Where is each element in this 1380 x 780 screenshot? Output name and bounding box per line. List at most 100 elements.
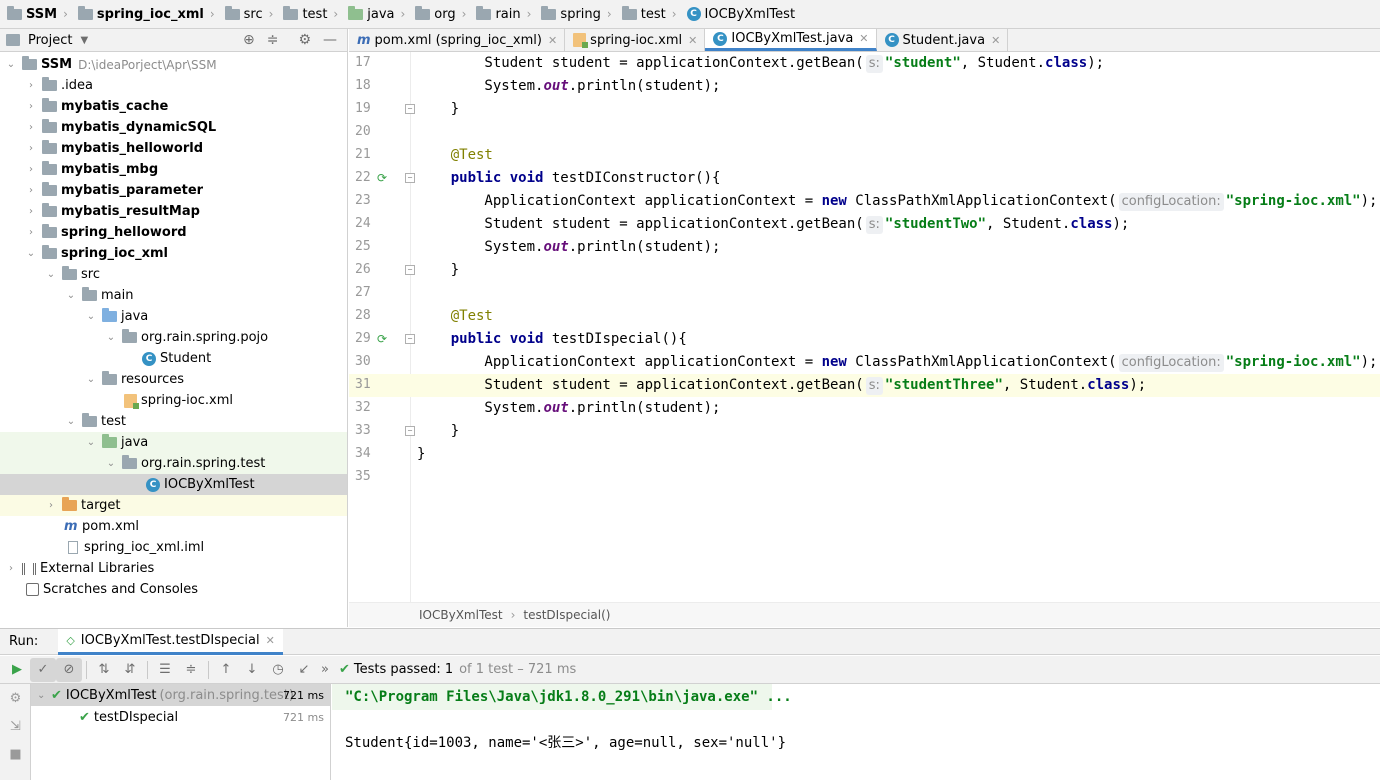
tree-item-spring-ioc-xml-file[interactable]: spring-ioc.xml: [0, 390, 347, 411]
close-icon[interactable]: ✕: [266, 634, 275, 647]
code-editor[interactable]: 17 18 19− 20 21 22 ⟳ − 23 24 25 26− 27 28 …: [349, 52, 1380, 602]
gear-icon[interactable]: ⚙: [298, 32, 311, 48]
tree-item-idea[interactable]: › .idea: [0, 75, 347, 96]
tab-spring-ioc-xml[interactable]: spring-ioc.xml ✕: [565, 29, 706, 51]
crumb-spring[interactable]: spring ›: [538, 5, 618, 22]
tree-item-ssm[interactable]: ⌄ SSM D:\ideaPorject\Apr\SSM: [0, 54, 347, 75]
tree-item-pom-xml[interactable]: m pom.xml: [0, 516, 347, 537]
test-sources-folder-icon: [348, 5, 364, 20]
code-text: System.: [417, 400, 544, 416]
chevron-right-icon: ›: [29, 122, 33, 133]
tree-item-main-java[interactable]: ⌄ java: [0, 306, 347, 327]
rerun-icon[interactable]: ▶: [4, 658, 30, 682]
crumb-rain[interactable]: rain ›: [473, 5, 538, 22]
tree-item-mybatis-helloworld[interactable]: › mybatis_helloworld: [0, 138, 347, 159]
tree-item-external-libraries[interactable]: › External Libraries: [0, 558, 347, 579]
tree-item-spring-ioc-xml[interactable]: ⌄ spring_ioc_xml: [0, 243, 347, 264]
sort-duration-icon[interactable]: ⇵: [117, 658, 143, 682]
collapse-all-icon[interactable]: ≑: [267, 32, 279, 48]
tree-item-mybatis-dynamicsql[interactable]: › mybatis_dynamicSQL: [0, 117, 347, 138]
tree-item-mybatis-resultmap[interactable]: › mybatis_resultMap: [0, 201, 347, 222]
run-test-icon[interactable]: ⟳: [377, 332, 391, 346]
stop-icon[interactable]: ■: [0, 740, 31, 768]
code-text: , Student.: [960, 55, 1046, 71]
editor-crumb-class[interactable]: IOCByXmlTest: [419, 608, 503, 622]
tab-iocbyxmltest-java[interactable]: C IOCByXmlTest.java ✕: [705, 29, 877, 51]
sort-alpha-icon[interactable]: ⇅: [91, 658, 117, 682]
more-icon[interactable]: »: [317, 658, 333, 682]
maven-icon: m: [64, 519, 78, 534]
run-test-icon[interactable]: ⟳: [377, 171, 391, 185]
tree-item-iml[interactable]: spring_ioc_xml.iml: [0, 537, 347, 558]
hide-icon[interactable]: —: [323, 32, 337, 48]
history-icon[interactable]: ◷: [265, 658, 291, 682]
crumb-class[interactable]: C IOCByXmlTest: [684, 7, 799, 22]
crumb-test[interactable]: test ›: [280, 5, 345, 22]
editor-gutter: 17 18 19− 20 21 22 ⟳ − 23 24 25 26− 27 28 …: [349, 52, 415, 602]
crumb-ssm[interactable]: SSM ›: [4, 5, 75, 22]
tree-item-main[interactable]: ⌄ main: [0, 285, 347, 306]
debug-icon[interactable]: ⚙: [0, 684, 31, 712]
restore-layout-icon[interactable]: ⇲: [0, 712, 31, 740]
test-time: 721 ms: [283, 710, 324, 724]
test-row-method[interactable]: ✔ testDIspecial 721 ms: [31, 706, 330, 728]
code-area[interactable]: Student student = applicationContext.get…: [411, 52, 1380, 602]
module-icon: [42, 161, 57, 175]
close-icon[interactable]: ✕: [991, 34, 1000, 47]
module-icon: [42, 245, 57, 259]
test-package: (org.rain.spring.test): [159, 687, 294, 703]
tree-item-test-java[interactable]: ⌄ java: [0, 432, 347, 453]
tree-item-scratches[interactable]: Scratches and Consoles: [0, 579, 347, 600]
tree-item-mybatis-parameter[interactable]: › mybatis_parameter: [0, 180, 347, 201]
code-text: ClassPathXmlApplicationContext(: [846, 354, 1117, 370]
keyword: public: [450, 170, 502, 186]
crumb-org[interactable]: org ›: [412, 5, 473, 22]
code-text: , Student.: [1002, 377, 1088, 393]
tree-item-src[interactable]: ⌄ src: [0, 264, 347, 285]
code-text: .println(student);: [568, 78, 721, 94]
test-row-class[interactable]: ⌄ ✔ IOCByXmlTest (org.rain.spring.test) …: [31, 684, 330, 706]
tree-item-mybatis-mbg[interactable]: › mybatis_mbg: [0, 159, 347, 180]
gutter-line: 32: [349, 397, 411, 420]
export-icon[interactable]: ↙: [291, 658, 317, 682]
crumb-src[interactable]: src ›: [222, 5, 281, 22]
show-ignored-icon[interactable]: ⊘: [56, 657, 82, 682]
module-icon: [77, 5, 93, 20]
run-tab[interactable]: ◇ IOCByXmlTest.testDIspecial ✕: [58, 628, 283, 655]
project-view-selector[interactable]: Project ▼: [6, 33, 88, 48]
tree-item-spring-helloword[interactable]: › spring_helloword: [0, 222, 347, 243]
collapse-all-icon[interactable]: ≑: [178, 658, 204, 682]
tree-item-iocbyxmltest[interactable]: C IOCByXmlTest: [0, 474, 347, 495]
close-icon[interactable]: ✕: [688, 34, 697, 47]
console-output[interactable]: "C:\Program Files\Java\jdk1.8.0_291\bin\…: [332, 684, 1380, 780]
tab-pom-xml[interactable]: m pom.xml (spring_ioc_xml) ✕: [349, 29, 566, 51]
tree-item-student[interactable]: C Student: [0, 348, 347, 369]
next-test-icon[interactable]: ↓: [239, 658, 265, 682]
close-icon[interactable]: ✕: [548, 34, 557, 47]
tests-status: ✔ Tests passed: 1 of 1 test – 721 ms: [339, 662, 576, 677]
code-text: );: [1087, 55, 1105, 71]
line-number: 24: [355, 216, 371, 231]
show-passed-icon[interactable]: ✓: [30, 657, 56, 682]
expand-all-icon[interactable]: ☰: [152, 658, 178, 682]
chevron-right-icon: ›: [268, 7, 274, 21]
previous-test-icon[interactable]: ↑: [213, 658, 239, 682]
crumb-java[interactable]: java ›: [345, 5, 412, 22]
crumb-spring-ioc-xml[interactable]: spring_ioc_xml ›: [75, 5, 222, 22]
chevron-right-icon: ›: [209, 7, 215, 21]
tree-item-resources[interactable]: ⌄ resources: [0, 369, 347, 390]
tree-item-test[interactable]: ⌄ test: [0, 411, 347, 432]
locate-icon[interactable]: ⊕: [243, 32, 255, 48]
tab-student-java[interactable]: C Student.java ✕: [877, 29, 1009, 51]
crumb-test-pkg[interactable]: test ›: [619, 5, 684, 22]
string-literal: "studentThree": [884, 377, 1003, 393]
editor-crumb-method[interactable]: testDIspecial(): [523, 608, 610, 622]
tree-item-pojo-package[interactable]: ⌄ org.rain.spring.pojo: [0, 327, 347, 348]
close-icon[interactable]: ✕: [859, 32, 868, 45]
tree-item-test-package[interactable]: ⌄ org.rain.spring.test: [0, 453, 347, 474]
console-command-line: "C:\Program Files\Java\jdk1.8.0_291\bin\…: [332, 684, 792, 710]
tree-item-target[interactable]: › target: [0, 495, 347, 516]
code-line: }: [411, 259, 1380, 282]
tree-item-mybatis-cache[interactable]: › mybatis_cache: [0, 96, 347, 117]
code-line: }: [411, 443, 1380, 466]
